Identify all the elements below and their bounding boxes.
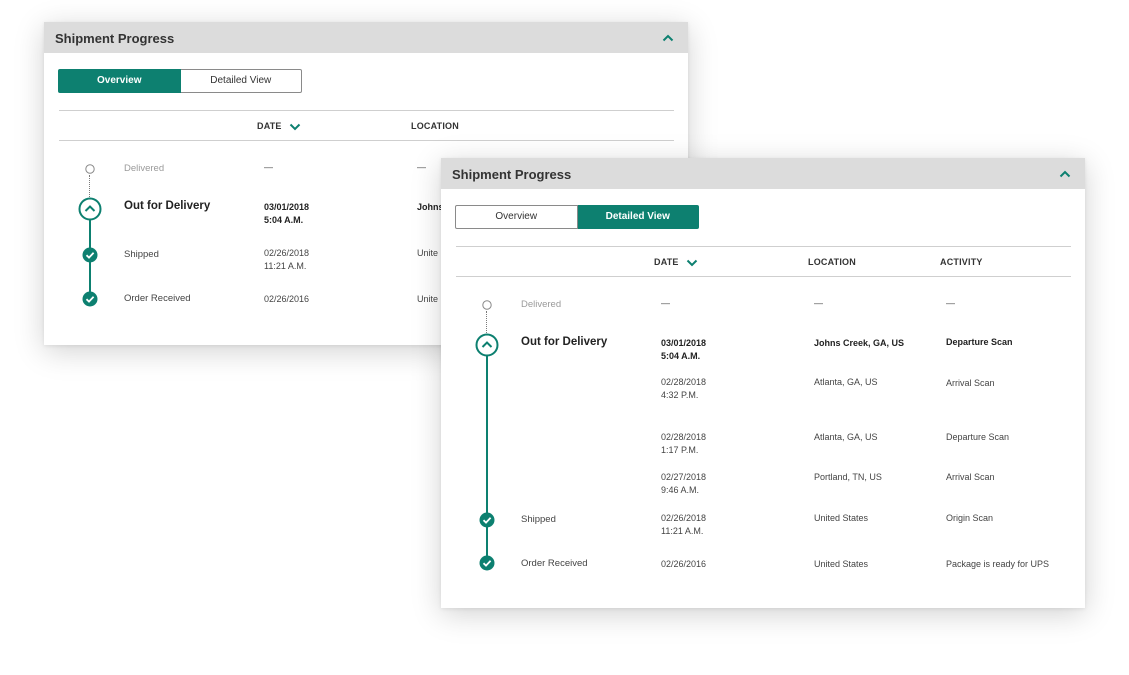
chevron-down-icon[interactable]	[686, 259, 698, 267]
date-cell: 02/26/2016	[661, 559, 707, 569]
table-divider	[456, 246, 1071, 247]
chevron-up-circle-icon[interactable]	[475, 333, 499, 357]
panel-header: Shipment Progress	[441, 158, 1085, 189]
time-cell: 11:21 A.M.	[661, 526, 704, 536]
activity-cell: Departure Scan	[946, 337, 1013, 347]
timeline-pending-connector	[89, 175, 90, 197]
table-divider	[456, 276, 1071, 277]
time-cell: 1:17 P.M.	[661, 445, 699, 455]
activity-cell: Package is ready for UPS	[946, 559, 1050, 569]
panel-title: Shipment Progress	[55, 31, 175, 46]
chevron-up-icon	[1059, 170, 1071, 178]
check-circle-icon	[479, 512, 495, 528]
status-label: Delivered	[124, 163, 165, 174]
activity-cell: Origin Scan	[946, 513, 994, 523]
collapse-button[interactable]	[660, 30, 676, 46]
date-cell: 03/01/2018	[661, 338, 707, 348]
status-label: Shipped	[124, 249, 159, 260]
timeline-line	[486, 356, 488, 564]
date-cell: —	[661, 298, 670, 308]
panel-title: Shipment Progress	[452, 167, 572, 182]
time-cell: 11:21 A.M.	[264, 261, 307, 271]
location-cell: Johns	[417, 202, 444, 212]
activity-column-header: ACTIVITY	[940, 257, 983, 267]
date-cell: 03/01/2018	[264, 202, 310, 212]
date-cell: 02/27/2018	[661, 472, 707, 482]
tab-overview[interactable]: Overview	[455, 205, 578, 229]
time-cell: 5:04 A.M.	[264, 215, 304, 225]
status-label: Order Received	[124, 293, 191, 304]
timeline-pending-connector	[486, 311, 487, 333]
tab-overview[interactable]: Overview	[58, 69, 181, 93]
location-cell: United States	[814, 559, 869, 569]
check-circle-icon	[82, 247, 98, 263]
location-cell: Atlanta, GA, US	[814, 377, 878, 387]
table-divider	[59, 110, 674, 111]
check-circle-icon	[82, 291, 98, 307]
location-cell: —	[814, 298, 823, 308]
date-cell: 02/26/2018	[661, 513, 707, 523]
activity-cell: Departure Scan	[946, 432, 1010, 442]
date-cell: —	[264, 162, 273, 172]
date-cell: 02/26/2016	[264, 294, 310, 304]
date-cell: 02/26/2018	[264, 248, 310, 258]
tab-detailed-view[interactable]: Detailed View	[180, 69, 302, 93]
date-cell: 02/28/2018	[661, 432, 707, 442]
location-cell: Atlanta, GA, US	[814, 432, 878, 442]
status-label: Shipped	[521, 514, 556, 525]
status-label: Out for Delivery	[124, 200, 211, 212]
location-cell: Unite	[417, 294, 439, 304]
chevron-down-icon[interactable]	[289, 123, 301, 131]
activity-cell: Arrival Scan	[946, 472, 995, 482]
chevron-up-circle-icon[interactable]	[78, 197, 102, 221]
date-cell: 02/28/2018	[661, 377, 707, 387]
panel-header: Shipment Progress	[44, 22, 688, 53]
status-label: Delivered	[521, 299, 562, 310]
location-column-header: LOCATION	[411, 121, 459, 131]
empty-circle-icon	[482, 300, 492, 310]
date-column-header[interactable]: DATE	[654, 257, 679, 267]
collapse-button[interactable]	[1057, 166, 1073, 182]
chevron-up-icon	[662, 34, 674, 42]
time-cell: 4:32 P.M.	[661, 390, 699, 400]
time-cell: 5:04 A.M.	[661, 351, 701, 361]
location-cell: Unite	[417, 248, 439, 258]
location-column-header: LOCATION	[808, 257, 856, 267]
location-cell: Portland, TN, US	[814, 472, 882, 482]
tab-detailed-view[interactable]: Detailed View	[577, 205, 699, 229]
location-cell: Johns Creek, GA, US	[814, 338, 905, 348]
status-label: Out for Delivery	[521, 336, 608, 348]
check-circle-icon	[479, 555, 495, 571]
empty-circle-icon	[85, 164, 95, 174]
activity-cell: —	[946, 298, 955, 308]
view-toggle: Overview Detailed View	[455, 205, 699, 229]
status-label: Order Received	[521, 558, 588, 569]
date-column-header[interactable]: DATE	[257, 121, 282, 131]
shipment-progress-detailed-panel: Shipment Progress Overview Detailed View…	[441, 158, 1085, 608]
location-cell: United States	[814, 513, 869, 523]
time-cell: 9:46 A.M.	[661, 485, 700, 495]
table-divider	[59, 140, 674, 141]
view-toggle: Overview Detailed View	[58, 69, 302, 93]
activity-cell: Arrival Scan	[946, 378, 995, 388]
location-cell: —	[417, 162, 426, 172]
